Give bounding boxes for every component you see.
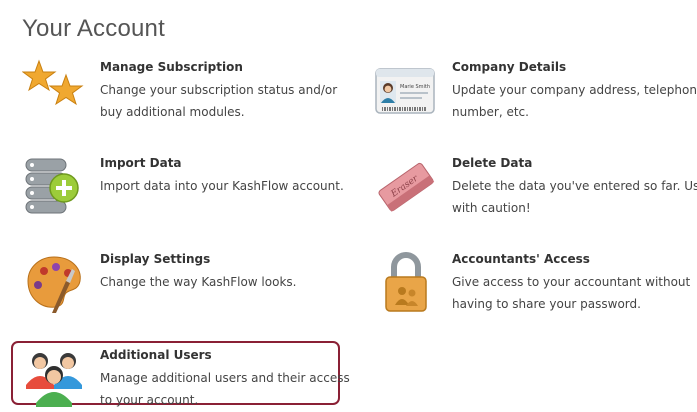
id-card-name: Marie Smith: [400, 84, 430, 90]
database-add-icon: [22, 155, 86, 219]
tile-title[interactable]: Delete Data: [452, 155, 697, 171]
tile-description: Import data into your KashFlow account.: [100, 179, 344, 193]
tile-title[interactable]: Additional Users: [100, 347, 360, 363]
tile-description: Change the way KashFlow looks.: [100, 275, 297, 289]
id-card-icon: Marie Smith: [374, 59, 438, 123]
page-title: Your Account: [22, 15, 165, 42]
tile-description: Delete the data you've entered so far. U…: [452, 179, 697, 215]
palette-icon: [22, 251, 86, 315]
tile-title[interactable]: Company Details: [452, 59, 697, 75]
tile-title[interactable]: Import Data: [100, 155, 360, 171]
tile-description: Update your company address, telephone n…: [452, 83, 697, 119]
users-icon: [22, 347, 86, 411]
tile-description: Manage additional users and their access…: [100, 371, 350, 407]
padlock-icon: [374, 251, 438, 315]
tile-description: Give access to your accountant without h…: [452, 275, 691, 311]
stars-icon: [22, 59, 86, 123]
eraser-icon: Eraser: [374, 155, 438, 219]
tile-title[interactable]: Manage Subscription: [100, 59, 360, 75]
tile-description: Change your subscription status and/or b…: [100, 83, 338, 119]
tile-title[interactable]: Accountants' Access: [452, 251, 697, 267]
tile-title[interactable]: Display Settings: [100, 251, 360, 267]
